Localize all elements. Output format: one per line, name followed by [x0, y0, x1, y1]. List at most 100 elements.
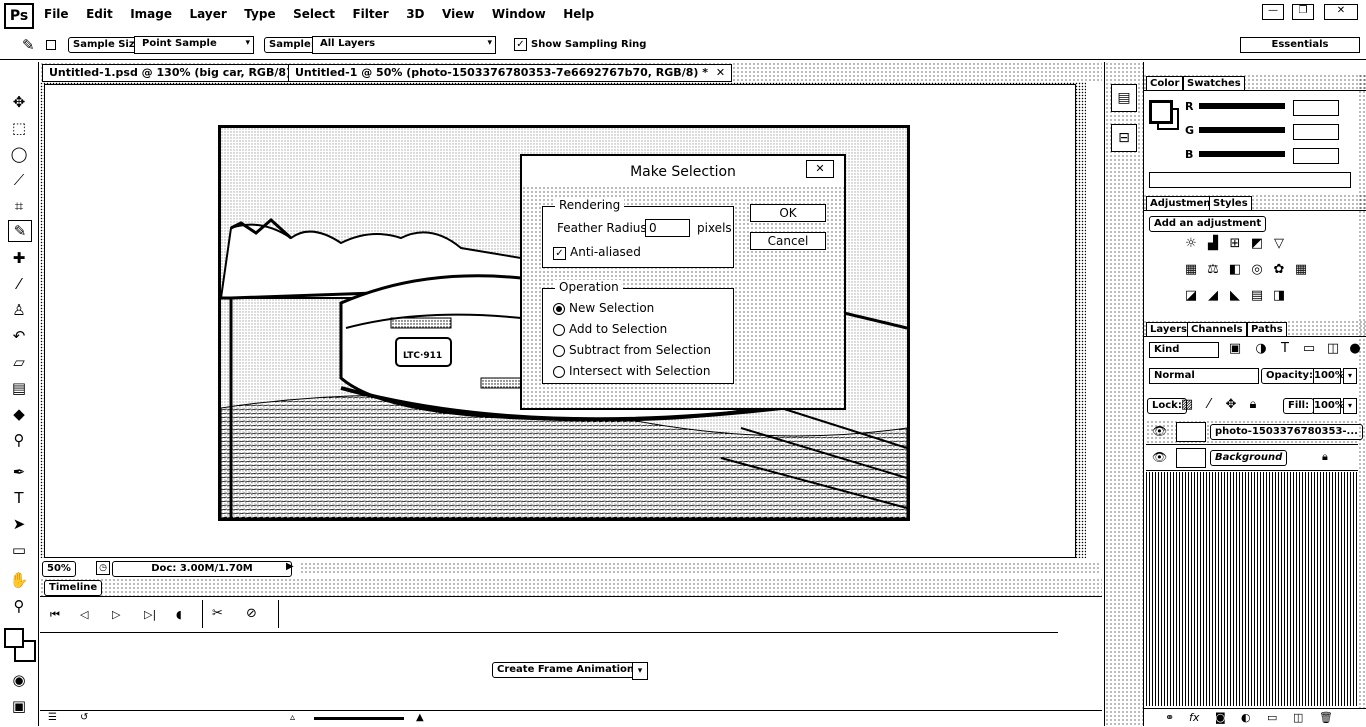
quick-mask-icon[interactable]: ◉ [8, 670, 30, 690]
show-sampling-ring-checkbox[interactable]: ✓ Show Sampling Ring [514, 37, 647, 52]
menu-help[interactable]: Help [563, 7, 594, 21]
layer-filter-select[interactable]: Kind [1149, 342, 1219, 358]
opacity-input[interactable]: 100% [1313, 368, 1345, 384]
tab-timeline[interactable]: Timeline [44, 580, 103, 596]
green-slider[interactable] [1199, 127, 1285, 133]
hue-saturation-icon[interactable]: ▦ [1183, 262, 1199, 278]
horizontal-scrollbar[interactable] [300, 562, 1100, 574]
levels-icon[interactable]: ▟ [1205, 236, 1221, 252]
history-panel-icon[interactable]: ▤ [1111, 84, 1137, 112]
loop-icon[interactable]: ☰ [48, 712, 57, 723]
menu-edit[interactable]: Edit [86, 7, 113, 21]
tab-layers[interactable]: Layers [1146, 322, 1191, 337]
screen-mode-icon[interactable]: ▣ [8, 696, 30, 716]
tab-channels[interactable]: Channels [1187, 322, 1247, 337]
properties-panel-icon[interactable]: ⊟ [1111, 124, 1137, 152]
layer-row[interactable]: 👁︎ Background 🔒︎ [1146, 446, 1358, 471]
menu-filter[interactable]: Filter [352, 7, 388, 21]
minimize-button[interactable]: — [1262, 4, 1284, 20]
lock-transparent-icon[interactable]: ▨ [1179, 397, 1195, 413]
sample-select[interactable]: All Layers ▾ [312, 36, 496, 54]
hand-tool-icon[interactable]: ✋ [8, 570, 30, 590]
blue-slider[interactable] [1199, 151, 1285, 157]
lock-all-icon[interactable]: 🔒︎ [1245, 397, 1261, 413]
healing-brush-tool-icon[interactable]: ✚ [8, 248, 30, 268]
tab-document-2[interactable]: Untitled-1 @ 50% (photo-1503376780353-7e… [288, 64, 733, 82]
quick-selection-tool-icon[interactable]: ⟋ [8, 170, 30, 190]
tool-preset-dropdown-icon[interactable] [46, 40, 56, 50]
invert-icon[interactable]: ◪ [1183, 288, 1199, 304]
eraser-tool-icon[interactable]: ▱ [8, 352, 30, 372]
zoom-out-icon[interactable]: ▵ [290, 712, 295, 723]
gradient-tool-icon[interactable]: ▤ [8, 378, 30, 398]
move-tool-icon[interactable]: ✥ [8, 92, 30, 112]
dialog-close-button[interactable]: ✕ [806, 160, 834, 178]
subtract-from-selection-radio[interactable]: Subtract from Selection [553, 343, 711, 357]
curves-icon[interactable]: ⊞ [1227, 236, 1243, 252]
clone-stamp-tool-icon[interactable]: ♙ [8, 300, 30, 320]
new-layer-icon[interactable]: ◫ [1293, 711, 1303, 724]
visibility-eye-icon[interactable]: 👁︎ [1152, 450, 1167, 464]
zoom-tool-icon[interactable]: ⚲ [8, 596, 30, 616]
feather-radius-input[interactable]: 0 [645, 219, 690, 237]
create-frame-animation-button[interactable]: Create Frame Animation [492, 662, 634, 678]
eyedropper-tool-active-icon[interactable]: ✎ [8, 220, 32, 242]
red-value-input[interactable] [1293, 100, 1339, 116]
chevron-down-icon[interactable]: ▾ [1343, 368, 1357, 384]
menu-type[interactable]: Type [244, 7, 275, 21]
close-icon[interactable]: ✕ [716, 66, 725, 79]
intersect-with-selection-radio[interactable]: Intersect with Selection [553, 364, 711, 378]
menu-file[interactable]: File [44, 7, 69, 21]
filter-pixel-icon[interactable]: ▣ [1227, 341, 1243, 357]
threshold-icon[interactable]: ◣ [1227, 288, 1243, 304]
eyedropper-tool-icon[interactable]: ✎ [22, 36, 35, 54]
photo-filter-icon[interactable]: ◎ [1249, 262, 1265, 278]
add-to-selection-radio[interactable]: Add to Selection [553, 322, 667, 336]
new-selection-radio[interactable]: New Selection [553, 301, 654, 315]
dodge-tool-icon[interactable]: ⚲ [8, 430, 30, 450]
new-group-icon[interactable]: ▭ [1267, 711, 1277, 724]
blend-mode-select[interactable]: Normal [1149, 368, 1259, 384]
link-layers-icon[interactable]: ⚭ [1165, 711, 1174, 724]
black-white-icon[interactable]: ◧ [1227, 262, 1243, 278]
workspace-switcher[interactable]: Essentials [1240, 37, 1360, 53]
menu-select[interactable]: Select [293, 7, 335, 21]
panel-scrollbar[interactable] [1358, 74, 1366, 708]
color-spectrum-bar[interactable] [1149, 172, 1351, 188]
filter-adjustment-icon[interactable]: ◑ [1253, 341, 1269, 357]
visibility-eye-icon[interactable]: 👁︎ [1152, 424, 1167, 438]
first-frame-icon[interactable]: ⏮ [50, 608, 60, 622]
green-value-input[interactable] [1293, 124, 1339, 140]
lock-position-icon[interactable]: ✥ [1223, 397, 1239, 413]
new-adjustment-layer-icon[interactable]: ◐ [1241, 711, 1251, 724]
tab-styles[interactable]: Styles [1209, 196, 1252, 211]
channel-mixer-icon[interactable]: ✿ [1271, 262, 1287, 278]
filter-smart-object-icon[interactable]: ◫ [1325, 341, 1341, 357]
pen-tool-icon[interactable]: ✒ [8, 462, 30, 482]
zoom-level[interactable]: 50% [42, 561, 76, 577]
brush-tool-icon[interactable]: ⁄ [8, 274, 30, 294]
menu-view[interactable]: View [442, 7, 474, 21]
status-info-icon[interactable]: ◷ [96, 561, 110, 575]
vibrance-icon[interactable]: ▽ [1271, 236, 1287, 252]
red-slider[interactable] [1199, 103, 1285, 109]
menu-window[interactable]: Window [492, 7, 546, 21]
previous-frame-icon[interactable]: ◁ [80, 608, 88, 621]
crop-tool-icon[interactable]: ⌗ [8, 196, 30, 216]
sample-size-select[interactable]: Point Sample ▾ [134, 36, 254, 54]
cancel-button[interactable]: Cancel [750, 232, 826, 250]
chevron-down-icon[interactable]: ▾ [632, 662, 648, 680]
color-balance-icon[interactable]: ⚖ [1205, 262, 1221, 278]
zoom-in-icon[interactable]: ▲ [416, 712, 424, 723]
gradient-map-icon[interactable]: ▤ [1249, 288, 1265, 304]
fill-input[interactable]: 100% [1313, 398, 1345, 414]
tab-paths[interactable]: Paths [1247, 322, 1287, 337]
audio-icon[interactable]: ◖ [176, 608, 182, 621]
selective-color-icon[interactable]: ◨ [1271, 288, 1287, 304]
tab-color[interactable]: Color [1146, 76, 1184, 91]
filter-type-icon[interactable]: T [1277, 341, 1293, 357]
lasso-tool-icon[interactable]: ◯ [8, 144, 30, 164]
scissors-icon[interactable]: ✂ [212, 606, 223, 621]
tab-document-1[interactable]: Untitled-1.psd @ 130% (big car, RGB/8) ✕ [42, 64, 316, 82]
color-lookup-icon[interactable]: ▦ [1293, 262, 1309, 278]
